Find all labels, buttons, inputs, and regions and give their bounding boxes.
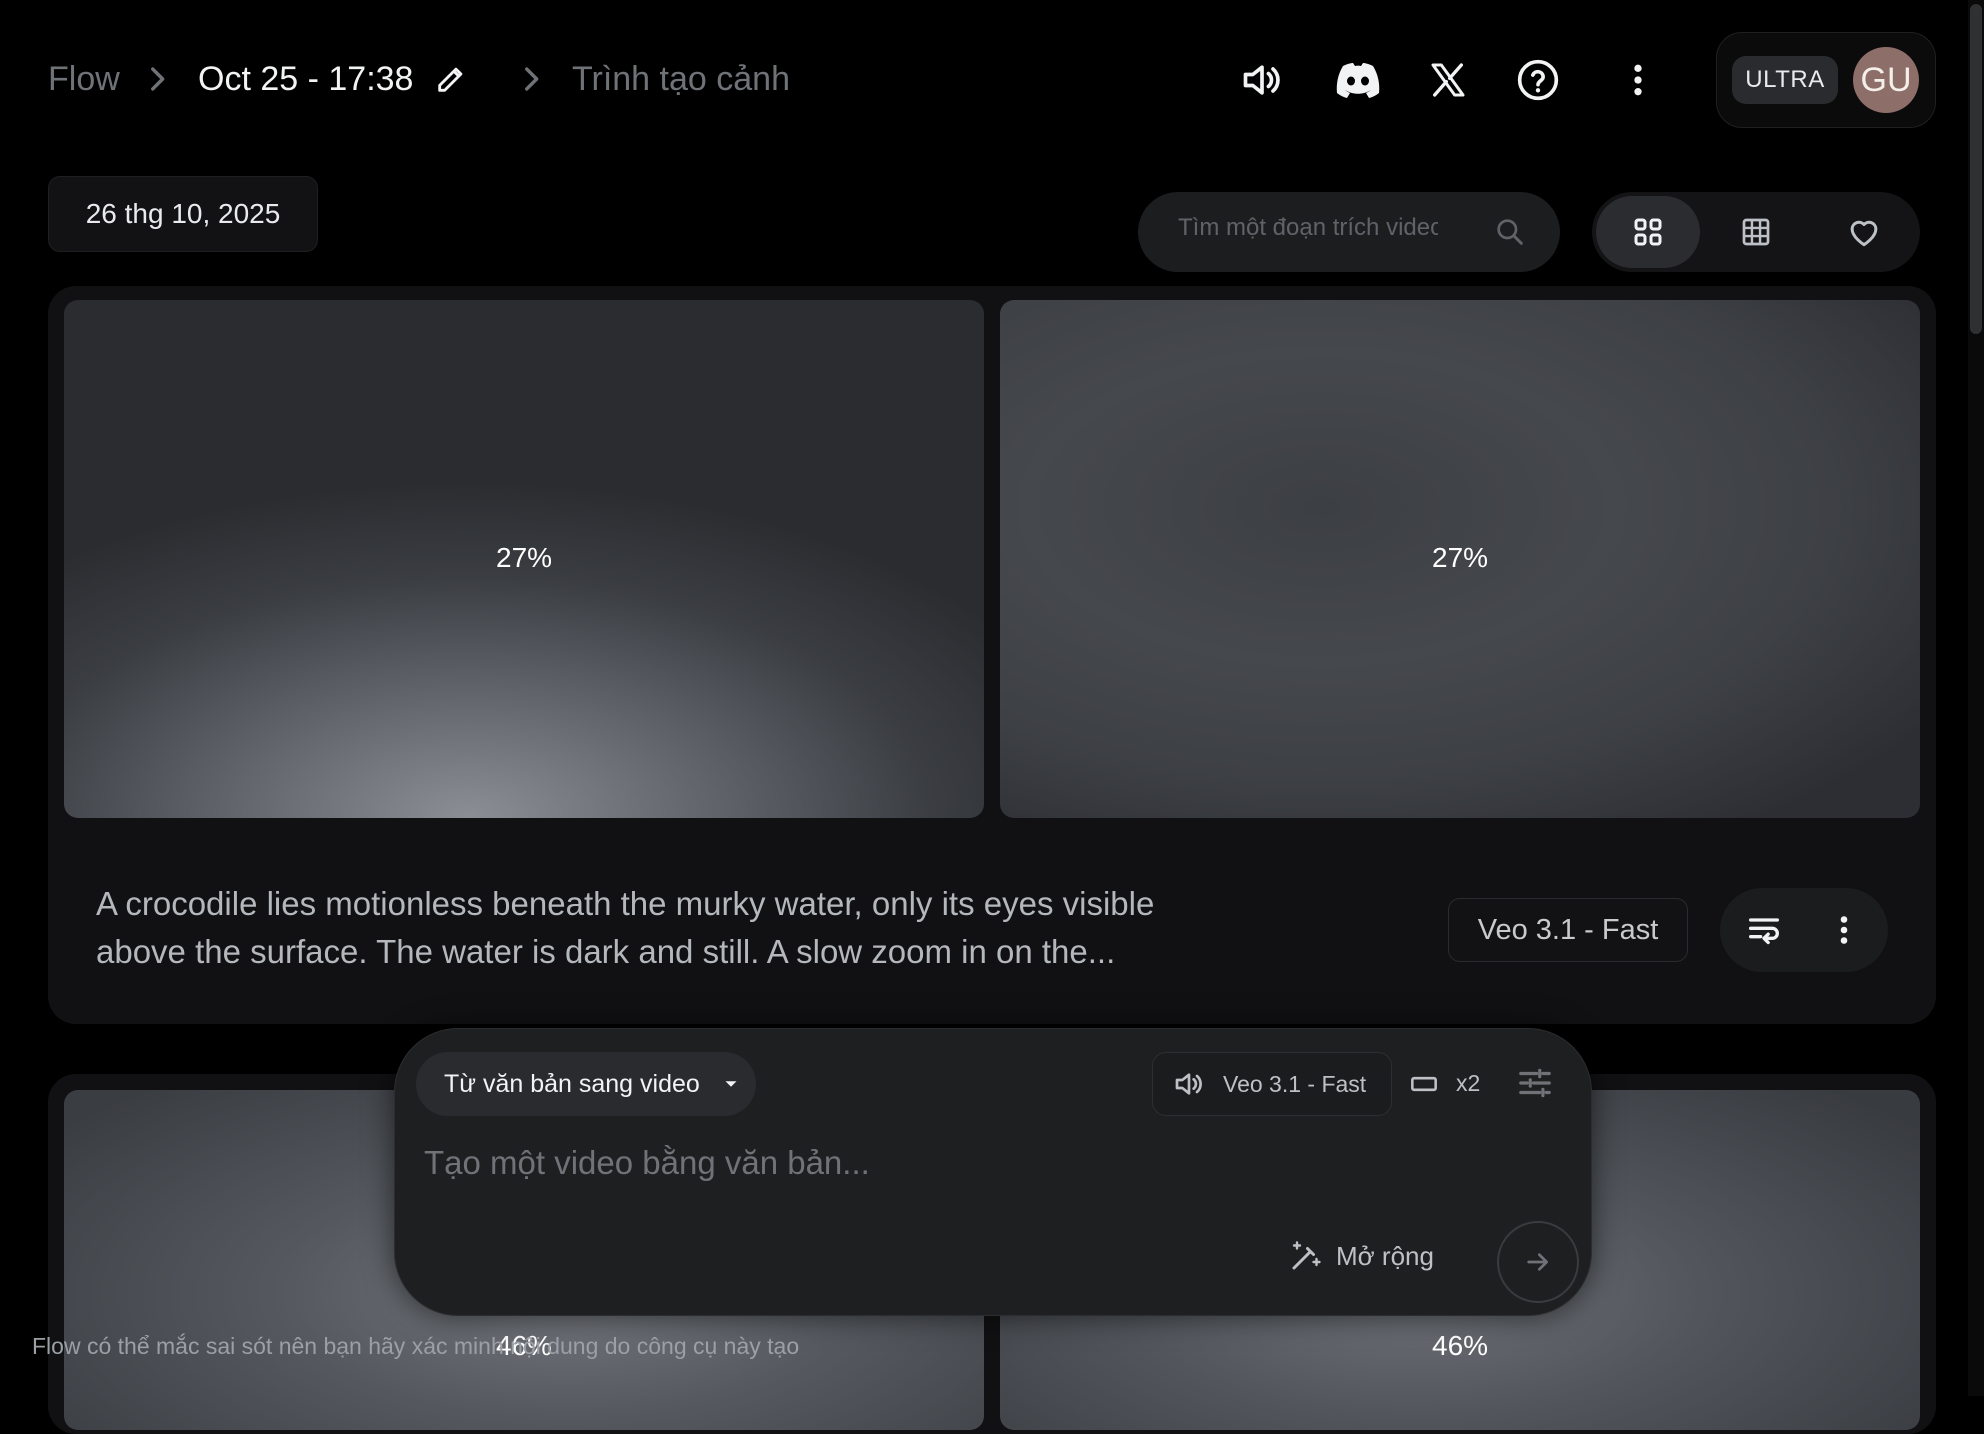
search-placeholder[interactable]: Tìm một đoạn trích video: [1178, 214, 1438, 242]
favorites-button[interactable]: [1812, 196, 1916, 268]
model-chip: Veo 3.1 - Fast: [1448, 898, 1688, 962]
wrap-text-icon[interactable]: [1744, 910, 1784, 950]
magic-pen-icon: [1292, 1241, 1321, 1270]
more-vert-icon[interactable]: [1612, 54, 1664, 106]
chevron-right-icon: [151, 67, 165, 91]
breadcrumb-scene-builder[interactable]: Trình tạo cảnh: [572, 58, 790, 100]
search-icon[interactable]: [1494, 216, 1526, 248]
progress-label: 46%: [1432, 1330, 1489, 1361]
arrow-right-icon: [1527, 1253, 1548, 1271]
clip-prompt-text: A crocodile lies motionless beneath the …: [96, 885, 1155, 970]
pencil-icon[interactable]: [434, 62, 468, 96]
speaker-icon: [1175, 1073, 1202, 1095]
heart-icon: [1850, 220, 1878, 247]
tune-icon[interactable]: [1516, 1064, 1554, 1102]
chevron-right-icon: [525, 67, 539, 91]
prompt-input[interactable]: Tạo một video bằng văn bản...: [424, 1144, 870, 1182]
composer-model-label: Veo 3.1 - Fast: [1223, 1070, 1367, 1097]
progress-label: 27%: [1432, 542, 1489, 573]
speaker-icon[interactable]: [1236, 54, 1288, 106]
avatar[interactable]: GU: [1853, 47, 1919, 113]
breadcrumb-flow[interactable]: Flow: [48, 58, 120, 100]
mode-select[interactable]: Từ văn bản sang video: [416, 1052, 756, 1116]
mode-select-label: Từ văn bản sang video: [444, 1069, 700, 1098]
progress-label: 27%: [496, 542, 553, 573]
grid-large-view-button[interactable]: [1596, 196, 1700, 268]
grid-small-view-button[interactable]: [1704, 196, 1808, 268]
grid-large-icon: [1634, 218, 1662, 246]
discord-icon[interactable]: [1332, 54, 1384, 106]
send-button[interactable]: [1497, 1221, 1579, 1303]
generation-settings[interactable]: Veo 3.1 - Fast: [1152, 1052, 1392, 1116]
date-chip: 26 thg 10, 2025: [48, 176, 318, 252]
dropdown-arrow-icon: [725, 1081, 737, 1087]
output-count[interactable]: x2: [1456, 1070, 1480, 1097]
x-logo-icon[interactable]: [1422, 54, 1474, 106]
more-vert-icon[interactable]: [1826, 910, 1862, 950]
help-icon[interactable]: [1512, 54, 1564, 106]
grid-small-icon: [1742, 218, 1770, 246]
expand-prompt-label: Mở rộng: [1336, 1240, 1434, 1271]
expand-prompt-button[interactable]: Mở rộng: [1288, 1236, 1434, 1276]
project-title: Oct 25 - 17:38: [198, 60, 414, 98]
disclaimer-text: Flow có thể mắc sai sót nên bạn hãy xác …: [32, 1333, 800, 1359]
aspect-landscape-icon[interactable]: [1410, 1070, 1438, 1098]
plan-badge[interactable]: ULTRA: [1732, 56, 1838, 104]
scrollbar-thumb[interactable]: [1970, 4, 1982, 334]
